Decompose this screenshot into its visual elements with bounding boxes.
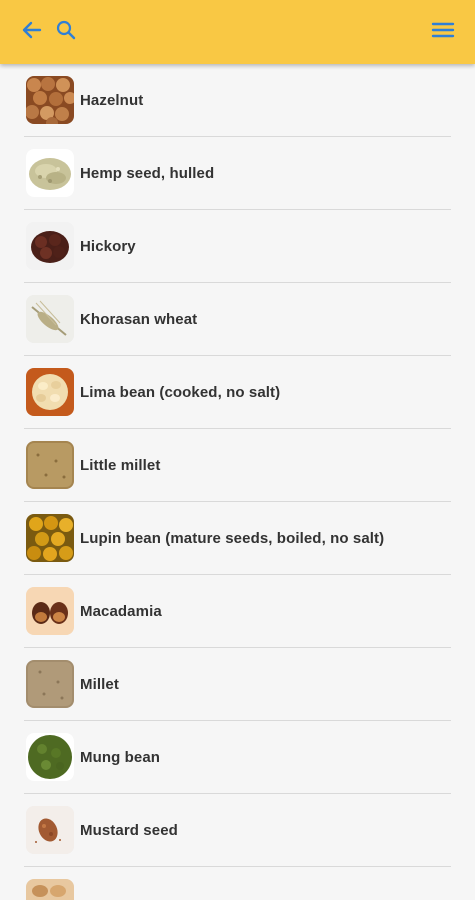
hickory-image	[26, 222, 74, 270]
hemp-seed-image	[26, 149, 74, 197]
hamburger-menu-icon	[430, 18, 456, 47]
search-button[interactable]	[50, 16, 82, 48]
macadamia-image	[26, 587, 74, 635]
item-label: Mung bean	[80, 748, 161, 766]
list-item[interactable]: Macadamia	[24, 575, 451, 648]
list-item[interactable]	[24, 867, 451, 900]
app-bar	[0, 0, 475, 64]
list-item[interactable]: Hazelnut	[24, 64, 451, 137]
item-label: Mustard seed	[80, 821, 178, 839]
menu-button[interactable]	[427, 16, 459, 48]
lima-bean-image	[26, 368, 74, 416]
mustard-seed-image	[26, 806, 74, 854]
item-label: Hemp seed, hulled	[80, 164, 215, 182]
list-item[interactable]: Khorasan wheat	[24, 283, 451, 356]
item-label: Lupin bean (mature seeds, boiled, no sal…	[80, 529, 385, 547]
list-item[interactable]: Millet	[24, 648, 451, 721]
food-list[interactable]: Hazelnut Hemp seed, hulled Hickory Khora…	[0, 64, 475, 900]
next-item-image	[26, 879, 74, 900]
millet-image	[26, 660, 74, 708]
item-label: Hickory	[80, 237, 136, 255]
list-item[interactable]: Lupin bean (mature seeds, boiled, no sal…	[24, 502, 451, 575]
list-item[interactable]: Hemp seed, hulled	[24, 137, 451, 210]
hazelnut-image	[26, 76, 74, 124]
item-label: Lima bean (cooked, no salt)	[80, 383, 281, 401]
item-label: Macadamia	[80, 602, 162, 620]
item-label: Little millet	[80, 456, 161, 474]
lupin-bean-image	[26, 514, 74, 562]
item-label: Millet	[80, 675, 119, 693]
arrow-left-icon	[20, 18, 44, 47]
list-item[interactable]: Lima bean (cooked, no salt)	[24, 356, 451, 429]
item-label: Hazelnut	[80, 91, 144, 109]
list-item[interactable]: Mung bean	[24, 721, 451, 794]
item-label: Khorasan wheat	[80, 310, 198, 328]
list-item[interactable]: Mustard seed	[24, 794, 451, 867]
khorasan-wheat-image	[26, 295, 74, 343]
list-item[interactable]: Little millet	[24, 429, 451, 502]
mung-bean-image	[26, 733, 74, 781]
list-item[interactable]: Hickory	[24, 210, 451, 283]
little-millet-image	[26, 441, 74, 489]
back-button[interactable]	[16, 16, 48, 48]
search-icon	[54, 18, 78, 47]
